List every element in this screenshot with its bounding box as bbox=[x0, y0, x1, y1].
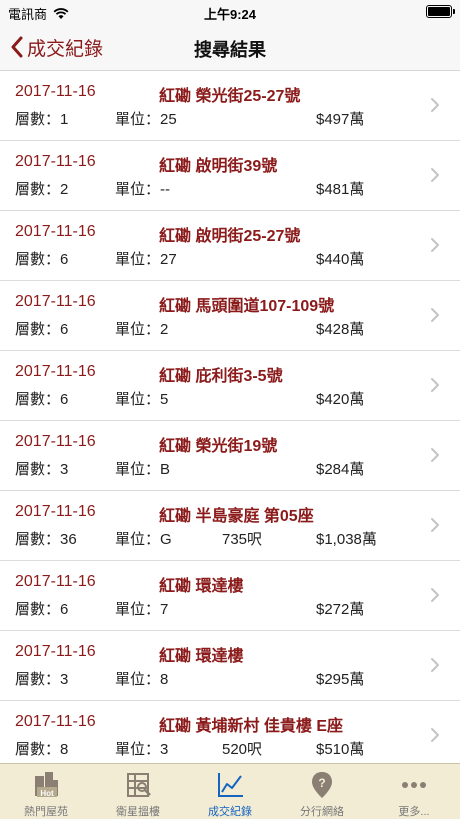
transaction-address: 紅磡 庇利街3-5號 bbox=[159, 368, 283, 385]
transaction-price: $497萬 bbox=[316, 111, 365, 128]
transaction-unit: 單位：G bbox=[115, 531, 172, 548]
transaction-area: 735呎 bbox=[222, 531, 263, 548]
transaction-floor: 層數：8 bbox=[15, 741, 69, 758]
tab-bar: Hot 熱門屋苑 衛星搵樓 成交紀錄? 分行網絡 更多... bbox=[0, 763, 460, 819]
transaction-unit: 單位：3 bbox=[115, 741, 169, 758]
transaction-date: 2017-11-16 bbox=[15, 713, 96, 730]
transaction-unit: 單位：25 bbox=[115, 111, 177, 128]
tab-satellite-search[interactable]: 衛星搵樓 bbox=[92, 764, 184, 819]
transaction-address: 紅磡 環達樓 bbox=[159, 648, 244, 665]
svg-text:Hot: Hot bbox=[40, 789, 54, 798]
tab-label: 成交紀錄 bbox=[208, 806, 252, 818]
transaction-address: 紅磡 榮光街25-27號 bbox=[159, 88, 301, 105]
transaction-price: $440萬 bbox=[316, 251, 365, 268]
page-title: 搜尋結果 bbox=[194, 40, 266, 60]
transaction-price: $284萬 bbox=[316, 461, 365, 478]
tab-label: 更多... bbox=[398, 806, 430, 818]
transaction-unit: 單位：5 bbox=[115, 391, 169, 408]
transaction-unit: 單位：27 bbox=[115, 251, 177, 268]
line-chart-icon bbox=[215, 770, 245, 805]
transaction-floor: 層數：6 bbox=[15, 391, 69, 408]
transaction-address: 紅磡 黃埔新村 佳貴樓 E座 bbox=[159, 718, 344, 735]
chevron-right-icon bbox=[431, 168, 439, 182]
transaction-date: 2017-11-16 bbox=[15, 573, 96, 590]
more-dots-icon bbox=[399, 770, 429, 805]
transaction-price: $420萬 bbox=[316, 391, 365, 408]
transaction-floor: 層數：6 bbox=[15, 601, 69, 618]
transaction-floor: 層數：6 bbox=[15, 251, 69, 268]
transaction-area: 520呎 bbox=[222, 741, 263, 758]
transaction-price: $295萬 bbox=[316, 671, 365, 688]
transaction-price: $510萬 bbox=[316, 741, 365, 758]
transaction-row[interactable]: 2017-11-16 紅磡 榮光街19號層數：3 單位：B $284萬 bbox=[0, 421, 460, 491]
chevron-right-icon bbox=[431, 98, 439, 112]
branch-location-icon: ? bbox=[307, 770, 337, 805]
chevron-right-icon bbox=[431, 728, 439, 742]
transaction-floor: 層數：1 bbox=[15, 111, 69, 128]
transaction-date: 2017-11-16 bbox=[15, 433, 96, 450]
hot-building-icon: Hot bbox=[31, 770, 61, 805]
tab-hot-estates[interactable]: Hot 熱門屋苑 bbox=[0, 764, 92, 819]
chevron-right-icon bbox=[431, 448, 439, 462]
tab-label: 熱門屋苑 bbox=[24, 806, 68, 818]
transaction-unit: 單位：8 bbox=[115, 671, 169, 688]
transaction-address: 紅磡 啟明街25-27號 bbox=[159, 228, 301, 245]
transaction-date: 2017-11-16 bbox=[15, 223, 96, 240]
transaction-floor: 層數：2 bbox=[15, 181, 69, 198]
chevron-right-icon bbox=[431, 518, 439, 532]
transaction-price: $1,038萬 bbox=[316, 531, 377, 548]
transaction-row[interactable]: 2017-11-16 紅磡 環達樓層數：6 單位：7 $272萬 bbox=[0, 561, 460, 631]
chevron-right-icon bbox=[431, 238, 439, 252]
transaction-date: 2017-11-16 bbox=[15, 643, 96, 660]
transaction-row[interactable]: 2017-11-16 紅磡 馬頭圍道107-109號層數：6 單位：2 $428萬 bbox=[0, 281, 460, 351]
transaction-date: 2017-11-16 bbox=[15, 83, 96, 100]
transaction-price: $481萬 bbox=[316, 181, 365, 198]
transaction-floor: 層數：36 bbox=[15, 531, 77, 548]
transaction-floor: 層數：3 bbox=[15, 461, 69, 478]
transaction-address: 紅磡 半島豪庭 第05座 bbox=[159, 508, 314, 525]
transaction-row[interactable]: 2017-11-16 紅磡 榮光街25-27號層數：1 單位：25 $497萬 bbox=[0, 71, 460, 141]
tab-label: 衛星搵樓 bbox=[116, 806, 160, 818]
chevron-right-icon bbox=[431, 658, 439, 672]
transaction-row[interactable]: 2017-11-16 紅磡 半島豪庭 第05座層數：36 單位：G 735呎 $1,03… bbox=[0, 491, 460, 561]
transaction-unit: 單位：7 bbox=[115, 601, 169, 618]
transaction-row[interactable]: 2017-11-16 紅磡 環達樓層數：3 單位：8 $295萬 bbox=[0, 631, 460, 701]
battery-icon bbox=[426, 5, 455, 18]
navigation-bar: 成交紀錄 搜尋結果 bbox=[0, 24, 460, 71]
transaction-unit: 單位：2 bbox=[115, 321, 169, 338]
satellite-search-icon bbox=[123, 770, 153, 805]
transaction-unit: 單位：B bbox=[115, 461, 171, 478]
transaction-floor: 層數：3 bbox=[15, 671, 69, 688]
tab-more[interactable]: 更多... bbox=[368, 764, 460, 819]
transaction-row[interactable]: 2017-11-16 紅磡 庇利街3-5號層數：6 單位：5 $420萬 bbox=[0, 351, 460, 421]
tab-label: 分行網絡 bbox=[300, 806, 344, 818]
transaction-date: 2017-11-16 bbox=[15, 363, 96, 380]
status-bar: 電訊商 上午9:24 bbox=[0, 0, 460, 24]
transaction-row[interactable]: 2017-11-16 紅磡 黃埔新村 佳貴樓 E座層數：8 單位：3 520呎 $510… bbox=[0, 701, 460, 763]
transaction-row[interactable]: 2017-11-16 紅磡 啟明街25-27號層數：6 單位：27 $440萬 bbox=[0, 211, 460, 281]
tab-branch-network[interactable]: ? 分行網絡 bbox=[276, 764, 368, 819]
transaction-address: 紅磡 馬頭圍道107-109號 bbox=[159, 298, 335, 315]
chevron-right-icon bbox=[431, 588, 439, 602]
transaction-date: 2017-11-16 bbox=[15, 293, 96, 310]
transaction-price: $272萬 bbox=[316, 601, 365, 618]
transaction-row[interactable]: 2017-11-16 紅磡 啟明街39號層數：2 單位：-- $481萬 bbox=[0, 141, 460, 211]
transaction-floor: 層數：6 bbox=[15, 321, 69, 338]
transaction-address: 紅磡 榮光街19號 bbox=[159, 438, 278, 455]
transaction-date: 2017-11-16 bbox=[15, 153, 96, 170]
transaction-unit: 單位：-- bbox=[115, 181, 170, 198]
tab-transaction-records[interactable]: 成交紀錄 bbox=[184, 764, 276, 819]
svg-text:?: ? bbox=[318, 776, 325, 790]
chevron-right-icon bbox=[431, 378, 439, 392]
transaction-price: $428萬 bbox=[316, 321, 365, 338]
transaction-address: 紅磡 環達樓 bbox=[159, 578, 244, 595]
transaction-list: 2017-11-16 紅磡 榮光街25-27號 層數：1 單位：25 $497萬 2017… bbox=[0, 71, 460, 763]
chevron-right-icon bbox=[431, 308, 439, 322]
transaction-date: 2017-11-16 bbox=[15, 503, 96, 520]
transaction-address: 紅磡 啟明街39號 bbox=[159, 158, 278, 175]
status-time: 上午9:24 bbox=[203, 7, 257, 22]
